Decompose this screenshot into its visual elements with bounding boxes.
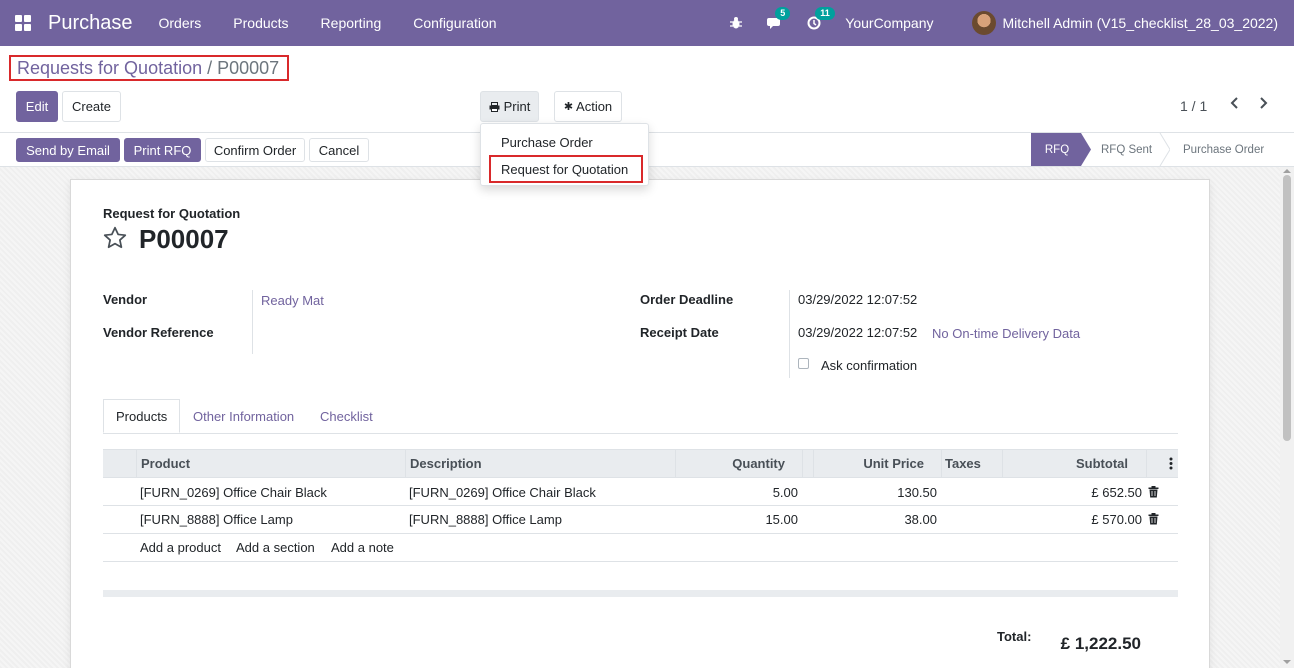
row-description[interactable]: [FURN_8888] Office Lamp [409, 512, 562, 527]
vendor-reference-label: Vendor Reference [103, 325, 214, 340]
print-menu-purchase-order[interactable]: Purchase Order [501, 135, 593, 150]
action-button[interactable]: ✱ Action [554, 91, 622, 122]
stage-rfq[interactable]: RFQ [1031, 133, 1083, 166]
activities-badge: 11 [815, 7, 835, 20]
order-lines-table: Product Description Quantity Unit Price … [103, 449, 1178, 562]
ontime-delivery-link[interactable]: No On-time Delivery Data [932, 326, 1080, 341]
column-header-product[interactable]: Product [141, 449, 190, 477]
send-by-email-button[interactable]: Send by Email [16, 138, 120, 162]
print-dropdown-menu: Purchase Order Request for Quotation [480, 123, 649, 186]
total-label: Total: [997, 629, 1032, 644]
print-button[interactable]: Print [480, 91, 539, 122]
messages-badge: 5 [775, 7, 791, 20]
cancel-button[interactable]: Cancel [309, 138, 369, 162]
confirm-order-button[interactable]: Confirm Order [205, 138, 305, 162]
notebook-tabs: Products Other Information Checklist [103, 399, 1178, 434]
total-value: £ 1,222.50 [1060, 634, 1141, 653]
tab-other-information[interactable]: Other Information [193, 399, 294, 433]
stage-rfq-sent[interactable]: RFQ Sent [1101, 133, 1152, 166]
row-quantity[interactable]: 15.00 [675, 512, 798, 527]
row-subtotal: £ 570.00 [1091, 512, 1142, 527]
user-menu[interactable]: Mitchell Admin (V15_checklist_28_03_2022… [1003, 15, 1279, 31]
column-header-taxes[interactable]: Taxes [945, 449, 981, 477]
add-product-link[interactable]: Add a product [140, 540, 221, 555]
column-divider [1146, 449, 1147, 478]
menu-orders[interactable]: Orders [159, 15, 202, 31]
menu-reporting[interactable]: Reporting [321, 15, 382, 31]
receipt-date-value: 03/29/2022 12:07:52 [798, 325, 918, 340]
pager-next-icon[interactable] [1258, 96, 1268, 115]
vendor-link[interactable]: Ready Mat [261, 293, 324, 308]
scrollbar-thumb[interactable] [1283, 175, 1291, 441]
print-menu-request-for-quotation[interactable]: Request for Quotation [489, 155, 643, 183]
field-divider [789, 290, 790, 378]
user-avatar[interactable] [971, 11, 996, 35]
column-header-quantity[interactable]: Quantity [675, 449, 785, 477]
pager-value[interactable]: 1 / 1 [1180, 98, 1207, 114]
row-product[interactable]: [FURN_8888] Office Lamp [140, 512, 293, 527]
trash-icon[interactable] [1148, 486, 1159, 501]
messages-icon[interactable]: 5 [767, 7, 791, 30]
tab-products[interactable]: Products [103, 399, 181, 433]
breadcrumb-separator: / [207, 57, 213, 78]
scroll-down-icon[interactable] [1283, 660, 1291, 664]
order-deadline-value: 03/29/2022 12:07:52 [798, 292, 918, 307]
receipt-date-label: Receipt Date [640, 325, 719, 340]
gear-icon: ✱ [563, 101, 574, 113]
optional-columns-icon[interactable] [1169, 457, 1173, 473]
field-divider [252, 290, 253, 354]
add-note-link[interactable]: Add a note [331, 540, 394, 555]
print-rfq-button[interactable]: Print RFQ [124, 138, 201, 162]
column-divider [136, 449, 137, 478]
app-brand[interactable]: Purchase [48, 12, 133, 35]
record-name: P00007 [139, 224, 229, 254]
top-navbar: Purchase Orders Products Reporting Confi… [0, 0, 1294, 46]
breadcrumb-parent[interactable]: Requests for Quotation [17, 58, 202, 79]
form-sheet: Request for Quotation P00007 Vendor Read… [70, 179, 1210, 668]
doc-type-label: Request for Quotation [103, 206, 241, 221]
debug-bug-icon[interactable] [729, 16, 743, 30]
trash-icon[interactable] [1148, 513, 1159, 528]
breadcrumb: Requests for Quotation / P00007 [9, 55, 289, 81]
vertical-scrollbar[interactable] [1280, 167, 1294, 668]
create-button[interactable]: Create [62, 91, 121, 122]
scroll-up-icon[interactable] [1283, 169, 1291, 173]
favorite-star-icon[interactable] [102, 225, 128, 254]
ask-confirmation-label: Ask confirmation [821, 358, 918, 373]
row-unit-price[interactable]: 130.50 [813, 485, 937, 500]
row-quantity[interactable]: 5.00 [675, 485, 798, 500]
tab-checklist[interactable]: Checklist [320, 399, 373, 433]
stage-purchase-order[interactable]: Purchase Order [1183, 133, 1264, 166]
activities-clock-icon[interactable]: 11 [807, 7, 835, 30]
apps-menu-icon[interactable] [0, 0, 46, 46]
column-divider [405, 449, 406, 478]
menu-configuration[interactable]: Configuration [413, 15, 496, 31]
column-header-subtotal[interactable]: Subtotal [1002, 449, 1128, 477]
action-button-label: Action [576, 99, 613, 114]
breadcrumb-current: P00007 [217, 57, 280, 78]
table-footer-bar [103, 590, 1178, 597]
add-section-link[interactable]: Add a section [236, 540, 315, 555]
row-unit-price[interactable]: 38.00 [813, 512, 937, 527]
print-button-label: Print [503, 99, 531, 114]
row-subtotal: £ 652.50 [1091, 485, 1142, 500]
vendor-label: Vendor [103, 292, 148, 307]
printer-icon [489, 101, 500, 112]
row-product[interactable]: [FURN_0269] Office Chair Black [140, 485, 327, 500]
ask-confirmation-checkbox[interactable] [798, 358, 809, 369]
menu-products[interactable]: Products [233, 15, 288, 31]
column-header-unit-price[interactable]: Unit Price [813, 449, 924, 477]
edit-button[interactable]: Edit [16, 91, 58, 122]
column-header-description[interactable]: Description [410, 449, 482, 477]
column-divider [941, 449, 942, 478]
row-description[interactable]: [FURN_0269] Office Chair Black [409, 485, 596, 500]
pager-previous-icon[interactable] [1230, 96, 1240, 115]
column-divider [802, 449, 803, 478]
company-switcher[interactable]: YourCompany [845, 15, 933, 31]
order-deadline-label: Order Deadline [640, 292, 734, 307]
